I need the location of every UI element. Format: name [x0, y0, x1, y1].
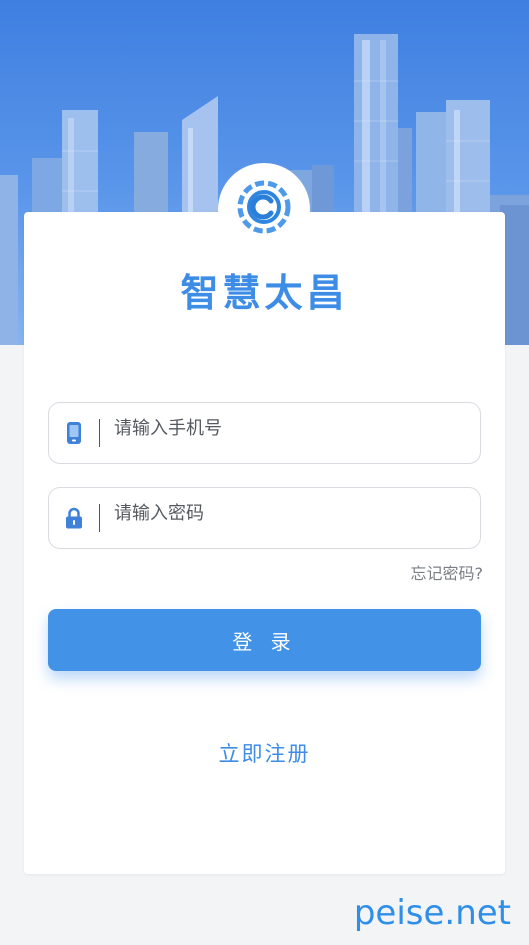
lock-icon — [49, 507, 99, 529]
register-link[interactable]: 立即注册 — [0, 738, 529, 768]
field-divider — [99, 504, 100, 532]
login-button[interactable]: 登 录 — [48, 609, 481, 671]
phone-input[interactable] — [114, 417, 480, 439]
c-swirl-logo-icon — [237, 180, 291, 238]
logo-badge — [218, 163, 310, 255]
password-field[interactable] — [48, 487, 481, 549]
forgot-password-link[interactable]: 忘记密码? — [411, 560, 484, 584]
app-title: 智慧太昌 — [180, 271, 349, 315]
watermark-text: peise.net — [353, 893, 511, 933]
phone-field[interactable] — [48, 402, 481, 464]
password-input[interactable] — [114, 502, 480, 524]
field-divider — [99, 419, 100, 447]
phone-icon — [49, 421, 99, 445]
